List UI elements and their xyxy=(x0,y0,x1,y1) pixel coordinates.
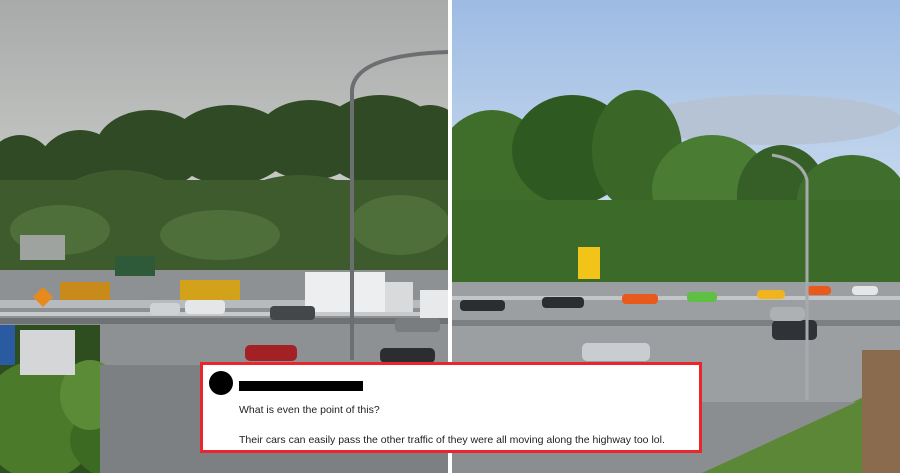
truck-green xyxy=(115,256,155,276)
building xyxy=(20,235,65,260)
truck-white xyxy=(305,272,385,312)
redacted-username xyxy=(239,381,363,391)
comment-reply-text: Their cars can easily pass the other tra… xyxy=(239,434,665,446)
comment-question-text: What is even the point of this? xyxy=(239,404,380,416)
road-sign xyxy=(578,247,600,279)
car-silver xyxy=(582,343,650,361)
avatar xyxy=(209,371,233,395)
comment-card: What is even the point of this? Their ca… xyxy=(200,362,702,453)
truck-yellow xyxy=(180,280,240,300)
